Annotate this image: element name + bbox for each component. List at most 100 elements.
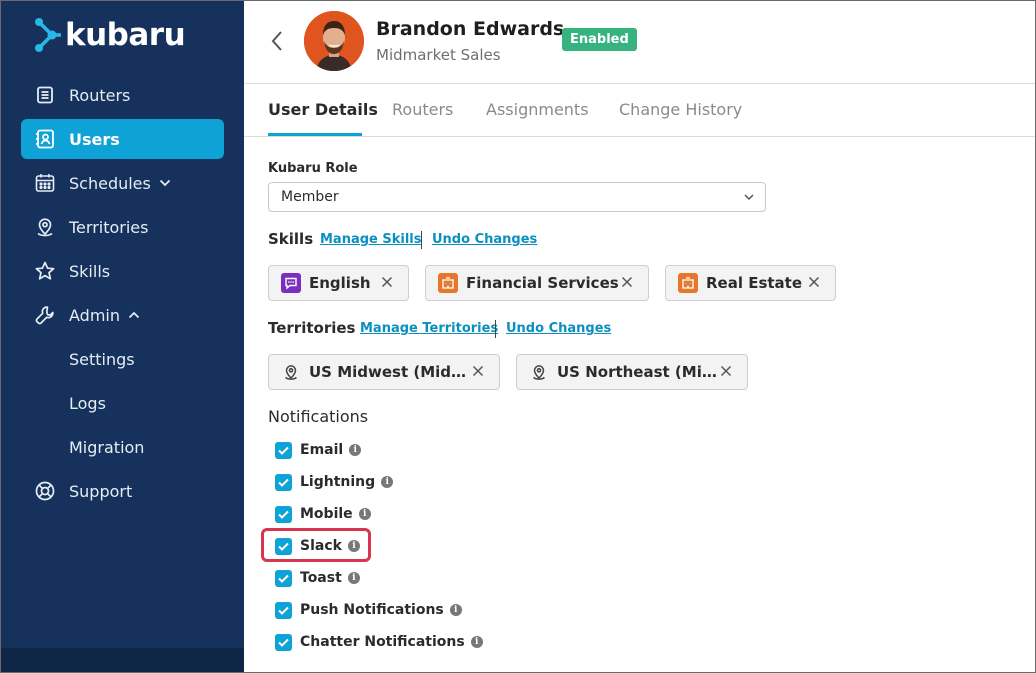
logo-text: kubaru [65, 17, 186, 53]
wrench-icon [33, 303, 57, 327]
notification-chatter: Chatter Notifications i [275, 631, 483, 653]
close-icon[interactable] [719, 364, 733, 382]
sidebar-item-admin[interactable]: Admin [21, 295, 224, 335]
skill-chip-label: Real Estate [706, 274, 803, 292]
checkbox-push[interactable] [275, 601, 292, 619]
sidebar-item-schedules[interactable]: Schedules [21, 163, 224, 203]
role-label: Kubaru Role [268, 161, 358, 176]
checkbox-chatter[interactable] [275, 633, 292, 651]
close-icon[interactable] [471, 364, 485, 382]
undo-territories-link[interactable]: Undo Changes [506, 321, 611, 336]
info-icon[interactable]: i [347, 572, 360, 584]
checkbox-mobile[interactable] [275, 505, 292, 523]
sidebar-item-support[interactable]: Support [21, 471, 224, 511]
notification-email: Email i [275, 439, 362, 461]
list-icon [33, 83, 57, 107]
check-icon [278, 638, 289, 647]
user-name: Brandon Edwards [376, 18, 565, 40]
sidebar-item-migration[interactable]: Migration [69, 438, 144, 457]
logo: kubaru [34, 17, 186, 53]
back-arrow-icon[interactable] [270, 29, 284, 57]
chevron-up-icon [128, 311, 140, 319]
notification-toast: Toast i [275, 567, 360, 589]
sidebar-item-label: Territories [69, 217, 149, 237]
contact-book-icon [33, 127, 57, 151]
chevron-down-icon [159, 179, 171, 187]
star-icon [33, 259, 57, 283]
notification-lightning: Lightning i [275, 471, 394, 493]
skill-chip-label: English [309, 274, 371, 292]
user-header: Brandon Edwards Midmarket Sales Enabled [244, 1, 1035, 84]
divider [495, 320, 496, 338]
notification-label: Mobile [300, 506, 353, 522]
checkbox-toast[interactable] [275, 569, 292, 587]
building-icon [678, 273, 698, 293]
user-details-panel: Kubaru Role Member Skills Manage Skills … [261, 136, 1035, 672]
app-window: kubaru Routers Users Schedules Territori… [0, 0, 1036, 673]
skills-label: Skills [268, 230, 314, 248]
kubaru-logo-icon [35, 18, 61, 52]
notification-label: Lightning [300, 474, 376, 490]
calendar-icon [33, 171, 57, 195]
notification-label: Chatter Notifications [300, 634, 465, 650]
tab-assignments[interactable]: Assignments [486, 100, 589, 119]
notification-label: Toast [300, 570, 342, 586]
notification-push: Push Notifications i [275, 599, 462, 621]
avatar [304, 11, 364, 71]
sidebar-item-label: Routers [69, 85, 131, 105]
map-pin-icon [33, 215, 57, 239]
info-icon[interactable]: i [449, 604, 462, 616]
close-icon[interactable] [620, 275, 634, 293]
building-icon [438, 273, 458, 293]
info-icon[interactable]: i [358, 508, 371, 520]
info-icon[interactable]: i [470, 636, 483, 648]
skill-chip-financial-services: Financial Services [425, 265, 649, 301]
territories-label: Territories [268, 319, 356, 337]
checkbox-email[interactable] [275, 441, 292, 459]
check-icon [278, 478, 289, 487]
undo-skills-link[interactable]: Undo Changes [432, 232, 537, 247]
sidebar-item-users[interactable]: Users [21, 119, 224, 159]
sidebar-item-label: Support [69, 481, 133, 501]
sidebar-footer [1, 648, 244, 672]
notification-mobile: Mobile i [275, 503, 371, 525]
sidebar-item-label: Admin [69, 305, 120, 325]
notification-label: Push Notifications [300, 602, 444, 618]
sidebar-item-label: Schedules [69, 173, 151, 193]
map-pin-icon [281, 362, 301, 382]
role-select[interactable]: Member [268, 182, 766, 212]
chevron-down-icon [743, 191, 755, 207]
sidebar-item-label: Users [69, 129, 120, 149]
lifebuoy-icon [33, 479, 57, 503]
notification-label: Email [300, 442, 344, 458]
role-select-value: Member [281, 189, 339, 205]
user-subtitle: Midmarket Sales [376, 46, 501, 64]
close-icon[interactable] [380, 275, 394, 293]
info-icon[interactable]: i [381, 476, 394, 488]
skill-chip-label: Financial Services [466, 274, 619, 292]
sidebar-item-territories[interactable]: Territories [21, 207, 224, 247]
sidebar-item-skills[interactable]: Skills [21, 251, 224, 291]
sidebar-item-logs[interactable]: Logs [69, 394, 106, 413]
manage-skills-link[interactable]: Manage Skills [320, 232, 422, 247]
check-icon [278, 606, 289, 615]
skill-chip-real-estate: Real Estate [665, 265, 836, 301]
tab-user-details[interactable]: User Details [268, 100, 378, 119]
status-badge: Enabled [562, 28, 637, 51]
tab-routers[interactable]: Routers [392, 100, 453, 119]
territory-chip-us-northeast: US Northeast (Mi… [516, 354, 748, 390]
check-icon [278, 446, 289, 455]
tab-bar: User Details Routers Assignments Change … [244, 84, 1035, 137]
close-icon[interactable] [807, 275, 821, 293]
sidebar-item-routers[interactable]: Routers [21, 75, 224, 115]
slack-highlight-box [261, 528, 371, 562]
manage-territories-link[interactable]: Manage Territories [360, 321, 498, 336]
info-icon[interactable]: i [349, 444, 362, 456]
sidebar-item-settings[interactable]: Settings [69, 350, 135, 369]
check-icon [278, 510, 289, 519]
skill-chip-english: English [268, 265, 409, 301]
tab-change-history[interactable]: Change History [619, 100, 742, 119]
checkbox-lightning[interactable] [275, 473, 292, 491]
check-icon [278, 574, 289, 583]
notifications-label: Notifications [268, 407, 369, 426]
